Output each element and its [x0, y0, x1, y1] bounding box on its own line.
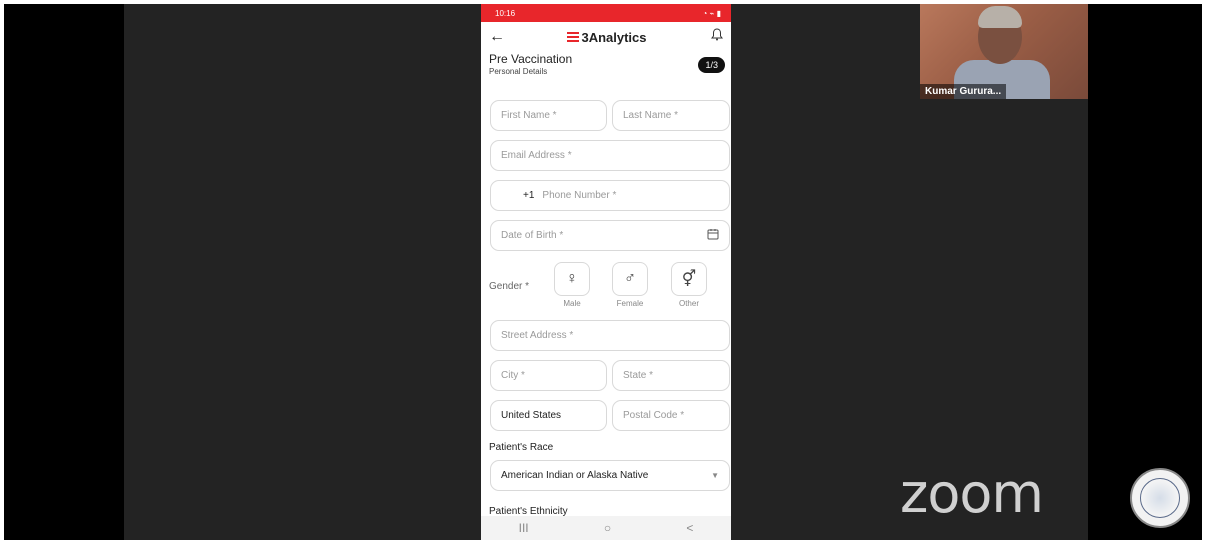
back-icon[interactable]: < — [686, 521, 693, 535]
street-address-field[interactable]: Street Address * — [490, 320, 730, 351]
race-value: American Indian or Alaska Native — [501, 470, 649, 481]
country-value: United States — [501, 410, 562, 421]
android-nav-bar: III ○ < — [481, 516, 731, 540]
gender-option-label: Other — [678, 299, 699, 308]
postal-code-field[interactable]: Postal Code * — [612, 400, 730, 431]
dob-placeholder: Date of Birth * — [501, 230, 564, 241]
country-field[interactable]: United States — [490, 400, 607, 431]
gender-label: Gender * — [489, 281, 530, 292]
gender-option-female[interactable]: ♂ Female — [612, 262, 648, 308]
brand-name: 3Analytics — [581, 29, 647, 45]
brand-logo: 3Analytics — [567, 29, 647, 45]
status-time: 10:16 — [495, 8, 516, 18]
arrow-left-icon[interactable]: ← — [489, 28, 509, 46]
first-name-field[interactable]: First Name * — [490, 100, 607, 131]
shared-phone-screen: 10:16 ◔ ⌁ ▮ ← 3Analytics Pre Vaccination… — [481, 4, 731, 540]
page-title: Pre Vaccination — [489, 52, 573, 66]
gender-option-other[interactable]: ⚥ Other — [671, 262, 707, 308]
first-name-placeholder: First Name * — [501, 110, 557, 121]
participant-hair — [978, 6, 1022, 28]
state-field[interactable]: State * — [612, 360, 730, 391]
phone-field[interactable]: +1 Phone Number * — [490, 180, 730, 211]
seal-emblem — [1140, 478, 1180, 518]
gender-option-male[interactable]: ♀ Male — [554, 262, 590, 308]
last-name-placeholder: Last Name * — [623, 110, 679, 121]
phone-country-code[interactable]: +1 — [523, 190, 534, 201]
participant-name: Kumar Gurura... — [920, 84, 1007, 99]
status-icons: ◔ ⌁ ▮ — [702, 8, 722, 18]
participant-video-tile[interactable]: Kumar Gurura... — [920, 4, 1088, 99]
calendar-icon[interactable] — [707, 228, 719, 243]
recent-apps-icon[interactable]: III — [519, 521, 529, 535]
bell-icon[interactable] — [705, 28, 723, 46]
email-field[interactable]: Email Address * — [490, 140, 730, 171]
page-subtitle: Personal Details — [489, 67, 548, 76]
phone-status-bar: 10:16 ◔ ⌁ ▮ — [481, 4, 731, 22]
state-placeholder: State * — [623, 370, 654, 381]
organization-seal-logo — [1130, 468, 1190, 528]
zoom-logo: zoom — [900, 462, 1044, 525]
app-header: ← 3Analytics — [481, 22, 731, 52]
gender-option-label: Female — [616, 299, 644, 308]
postal-placeholder: Postal Code * — [623, 410, 685, 421]
street-placeholder: Street Address * — [501, 330, 574, 341]
home-icon[interactable]: ○ — [604, 521, 611, 535]
date-of-birth-field[interactable]: Date of Birth * — [490, 220, 730, 251]
brand-mark-icon — [567, 32, 580, 42]
step-badge: 1/3 — [698, 57, 725, 73]
gender-other-icon: ⚥ — [671, 262, 707, 296]
gender-option-label: Male — [563, 299, 581, 308]
race-label: Patient's Race — [489, 442, 554, 453]
phone-placeholder: Phone Number * — [542, 190, 617, 201]
city-placeholder: City * — [501, 370, 525, 381]
last-name-field[interactable]: Last Name * — [612, 100, 730, 131]
male-symbol-icon: ♂ — [612, 262, 648, 296]
race-select[interactable]: American Indian or Alaska Native ▼ — [490, 460, 730, 491]
female-symbol-icon: ♀ — [554, 262, 590, 296]
chevron-down-icon: ▼ — [711, 471, 719, 480]
city-field[interactable]: City * — [490, 360, 607, 391]
email-placeholder: Email Address * — [501, 150, 572, 161]
page-title-row: Pre Vaccination Personal Details 1/3 — [481, 52, 731, 84]
zoom-meeting-window: 10:16 ◔ ⌁ ▮ ← 3Analytics Pre Vaccination… — [4, 4, 1202, 540]
